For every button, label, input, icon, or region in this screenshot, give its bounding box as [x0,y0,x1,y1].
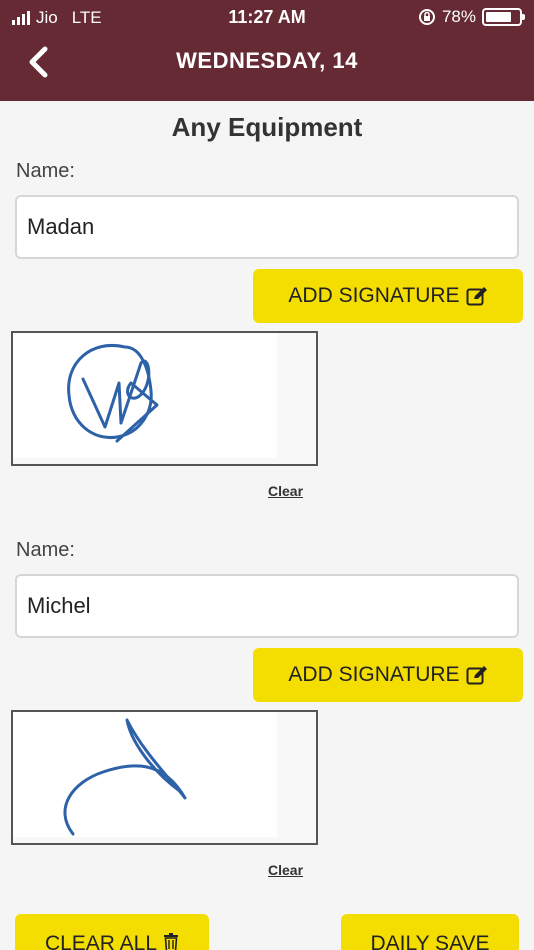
battery-fill [486,12,511,22]
name-input-1[interactable] [15,195,519,259]
edit-icon [466,287,487,306]
status-bar: Jio LTE 11:27 AM 78% [0,0,534,36]
clear-signature-link-1[interactable]: Clear [268,483,303,499]
status-right: 78% [418,7,525,27]
signature-drawing-2 [63,718,187,836]
battery-icon [482,8,525,26]
add-signature-button-1[interactable]: ADD SIGNATURE [253,269,523,323]
add-signature-label-1: ADD SIGNATURE [288,284,460,307]
clear-all-label: CLEAR ALL [44,932,158,950]
clear-signature-link-2[interactable]: Clear [268,862,303,878]
battery-percent: 78% [441,7,476,26]
edit-icon [466,666,487,685]
name-label-1: Name: [16,160,75,182]
add-signature-button-2[interactable]: ADD SIGNATURE [253,648,523,702]
trash-icon [164,933,179,950]
clear-all-button[interactable]: CLEAR ALL [15,914,209,950]
daily-save-label: DAILY SAVE [370,932,490,950]
app-header: Jio LTE 11:27 AM 78% WEDNESDAY, 14 [0,0,534,101]
orientation-lock-icon [418,9,435,25]
signature-pad-1[interactable] [11,331,318,466]
name-input-2[interactable] [15,574,519,638]
add-signature-label-2: ADD SIGNATURE [288,663,460,686]
name-label-2: Name: [16,539,75,561]
signature-pad-2[interactable] [11,710,318,845]
daily-save-button[interactable]: DAILY SAVE [341,914,519,950]
signature-drawing-1 [67,344,159,443]
header-title: WEDNESDAY, 14 [176,48,358,73]
page-title: Any Equipment [171,112,363,142]
